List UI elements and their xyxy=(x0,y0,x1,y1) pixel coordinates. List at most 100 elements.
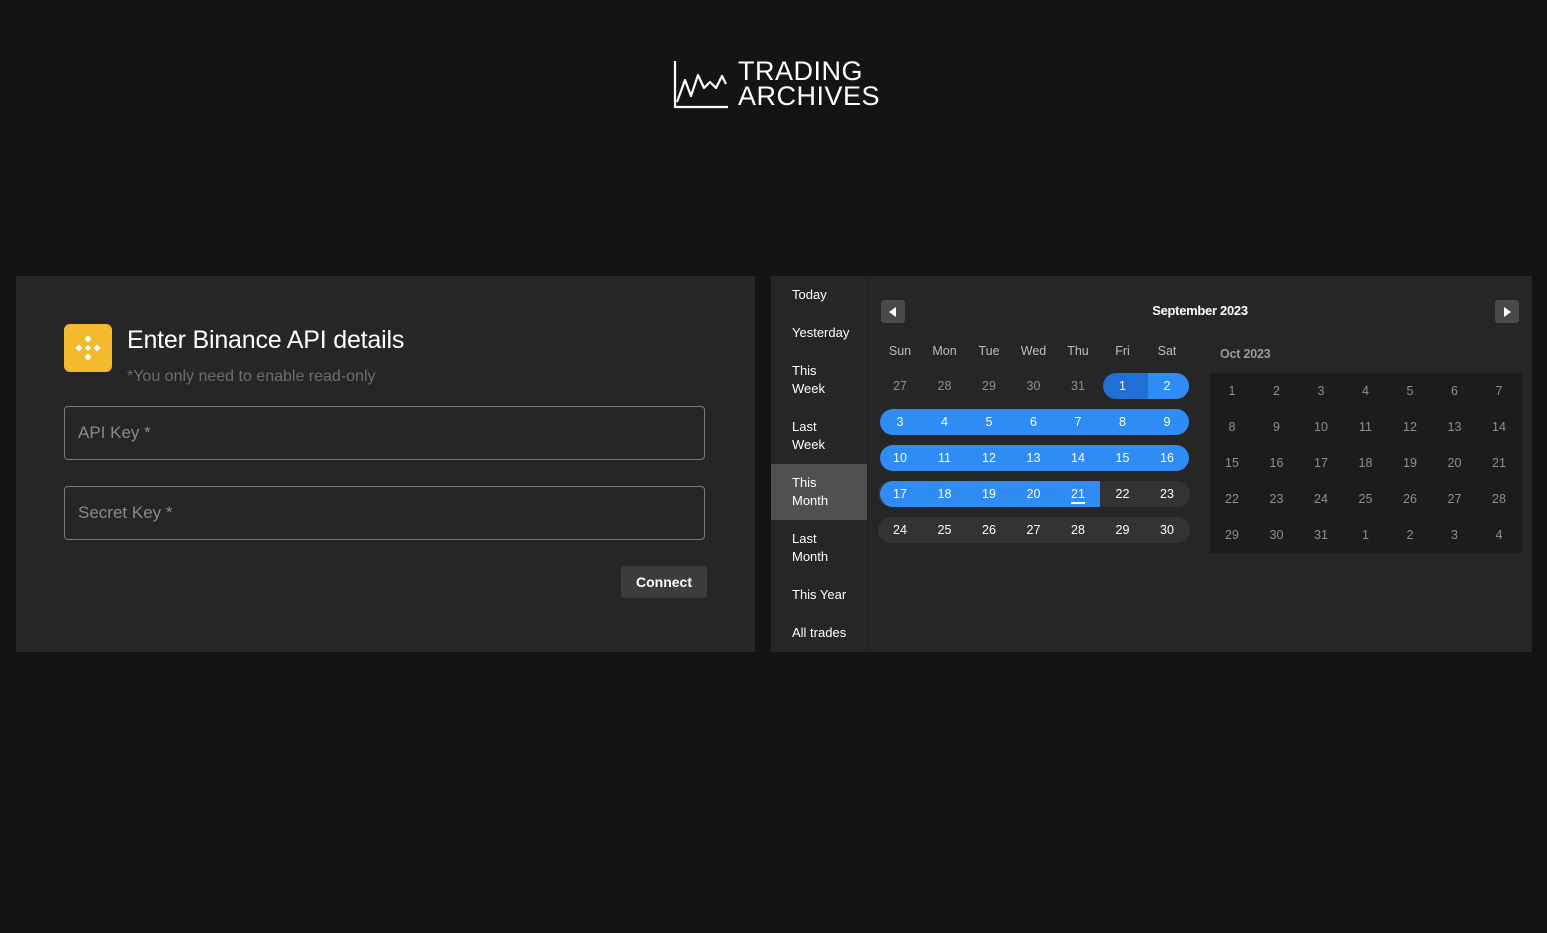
next-month-day[interactable]: 11 xyxy=(1344,409,1388,445)
next-month-day[interactable]: 2 xyxy=(1388,517,1432,553)
calendar-day[interactable]: 9 xyxy=(1145,409,1189,435)
next-month-day[interactable]: 28 xyxy=(1477,481,1521,517)
preset-range-item[interactable]: Last Week xyxy=(771,418,867,454)
next-month-day[interactable]: 6 xyxy=(1433,373,1477,409)
calendar-day[interactable]: 2 xyxy=(1145,373,1189,399)
prev-month-button[interactable] xyxy=(881,300,905,323)
next-month-day[interactable]: 7 xyxy=(1477,373,1521,409)
next-month-day[interactable]: 23 xyxy=(1255,481,1299,517)
next-month-day[interactable]: 18 xyxy=(1344,445,1388,481)
calendar-day-number: 2 xyxy=(1163,379,1171,393)
next-month-day[interactable]: 16 xyxy=(1255,445,1299,481)
calendar-day[interactable]: 30 xyxy=(1012,373,1056,399)
calendar-day[interactable]: 8 xyxy=(1101,409,1145,435)
secret-key-field xyxy=(64,486,705,540)
next-month-day[interactable]: 1 xyxy=(1210,373,1254,409)
next-month-day[interactable]: 12 xyxy=(1388,409,1432,445)
calendar-day-number: 14 xyxy=(1071,451,1085,465)
october-grid: 1 2 3 4 5 6 7 8 9 10 11 12 13 14 15 16 17 18 19 20 21 22 23 24 2… xyxy=(1210,373,1522,553)
calendar-day[interactable]: 3 xyxy=(878,409,922,435)
date-range-picker: Today Yesterday This Week Last Week This Month L… xyxy=(771,276,1532,652)
calendar-day[interactable]: 22 xyxy=(1101,481,1145,507)
calendar-day[interactable]: 21 xyxy=(1056,481,1100,507)
next-month-day[interactable]: 9 xyxy=(1255,409,1299,445)
calendar-day[interactable]: 6 xyxy=(1012,409,1056,435)
calendar-day[interactable]: 1 xyxy=(1101,373,1145,399)
calendar-day[interactable]: 29 xyxy=(967,373,1011,399)
next-month-day[interactable]: 29 xyxy=(1210,517,1254,553)
calendar-day[interactable]: 31 xyxy=(1056,373,1100,399)
connect-button[interactable]: Connect xyxy=(621,566,707,598)
secret-key-input[interactable] xyxy=(65,487,704,539)
next-month-day[interactable]: 17 xyxy=(1299,445,1343,481)
calendar-day[interactable]: 16 xyxy=(1145,445,1189,471)
calendar-day[interactable]: 24 xyxy=(878,517,922,543)
calendar-day-number: 12 xyxy=(982,451,996,465)
calendar-day[interactable]: 11 xyxy=(923,445,967,471)
next-month-day[interactable]: 15 xyxy=(1210,445,1254,481)
next-month-button[interactable] xyxy=(1495,300,1519,323)
next-month-day[interactable]: 25 xyxy=(1344,481,1388,517)
calendar-day-number: 18 xyxy=(937,487,952,501)
calendar-day[interactable]: 12 xyxy=(967,445,1011,471)
next-month-day[interactable]: 31 xyxy=(1299,517,1343,553)
next-month-day[interactable]: 13 xyxy=(1433,409,1477,445)
page-subtitle: *You only need to enable read-only xyxy=(127,368,376,385)
calendar-day[interactable]: 26 xyxy=(967,517,1011,543)
calendar-day-number: 25 xyxy=(937,523,952,537)
next-month-day[interactable]: 3 xyxy=(1299,373,1343,409)
preset-range-item[interactable]: This Week xyxy=(771,362,867,398)
calendar-day-number: 11 xyxy=(938,451,951,465)
calendar-day[interactable]: 17 xyxy=(878,481,922,507)
calendar-day[interactable]: 19 xyxy=(967,481,1011,507)
next-month-day[interactable]: 1 xyxy=(1344,517,1388,553)
preset-range-item[interactable]: Today xyxy=(771,286,867,304)
calendar-day[interactable]: 5 xyxy=(967,409,1011,435)
calendar-day-number: 21 xyxy=(1071,487,1085,504)
calendar-day[interactable]: 14 xyxy=(1056,445,1100,471)
calendar-day[interactable]: 20 xyxy=(1012,481,1056,507)
next-month-day[interactable]: 10 xyxy=(1299,409,1343,445)
next-month-day[interactable]: 8 xyxy=(1210,409,1254,445)
calendar-day[interactable]: 18 xyxy=(923,481,967,507)
next-month-day[interactable]: 26 xyxy=(1388,481,1432,517)
next-month-day[interactable]: 27 xyxy=(1433,481,1477,517)
calendar-day[interactable]: 23 xyxy=(1145,481,1189,507)
next-month-day[interactable]: 20 xyxy=(1433,445,1477,481)
calendar-day[interactable]: 7 xyxy=(1056,409,1100,435)
calendar-day[interactable]: 25 xyxy=(923,517,967,543)
calendar-day[interactable]: 30 xyxy=(1145,517,1189,543)
next-month-title: Oct 2023 xyxy=(1220,347,1271,361)
calendar-day[interactable]: 10 xyxy=(878,445,922,471)
preset-range-item[interactable]: All trades xyxy=(771,624,867,642)
binance-badge xyxy=(64,324,112,372)
api-key-input[interactable] xyxy=(65,407,704,459)
next-month-day[interactable]: 22 xyxy=(1210,481,1254,517)
calendar-day[interactable]: 15 xyxy=(1101,445,1145,471)
calendar-day[interactable]: 28 xyxy=(923,373,967,399)
calendar-day[interactable]: 28 xyxy=(1056,517,1100,543)
calendar-day[interactable]: 27 xyxy=(1012,517,1056,543)
preset-range-item[interactable]: This Month xyxy=(771,464,867,520)
calendar-day[interactable]: 4 xyxy=(923,409,967,435)
next-month-day[interactable]: 4 xyxy=(1344,373,1388,409)
calendar-day[interactable]: 13 xyxy=(1012,445,1056,471)
calendar-day[interactable]: 27 xyxy=(878,373,922,399)
weekday-label: Sun xyxy=(888,344,912,358)
calendar-day-number: 28 xyxy=(937,379,952,393)
next-month-day[interactable]: 21 xyxy=(1477,445,1521,481)
next-month-day[interactable]: 30 xyxy=(1255,517,1299,553)
preset-range-item[interactable]: Last Month xyxy=(771,530,867,566)
next-month-day[interactable]: 5 xyxy=(1388,373,1432,409)
next-month-day[interactable]: 2 xyxy=(1255,373,1299,409)
preset-range-item[interactable]: Yesterday xyxy=(771,324,867,342)
calendar-day[interactable]: 29 xyxy=(1101,517,1145,543)
next-month-day[interactable]: 19 xyxy=(1388,445,1432,481)
calendar-day-number: 4 xyxy=(941,415,948,429)
next-month-day[interactable]: 4 xyxy=(1477,517,1521,553)
next-month-day[interactable]: 3 xyxy=(1433,517,1477,553)
next-month-day[interactable]: 14 xyxy=(1477,409,1521,445)
calendar-day-number: 17 xyxy=(893,487,907,501)
next-month-day[interactable]: 24 xyxy=(1299,481,1343,517)
preset-range-item[interactable]: This Year xyxy=(771,586,867,604)
